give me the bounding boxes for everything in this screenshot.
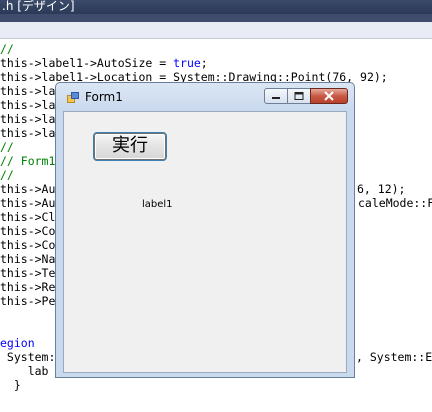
code-line: // bbox=[0, 140, 14, 154]
code-line: // bbox=[0, 168, 14, 182]
code-line: this->Te bbox=[0, 266, 56, 280]
code-line: this->Re bbox=[0, 280, 56, 294]
caption-buttons bbox=[264, 88, 348, 106]
minimize-icon bbox=[272, 97, 280, 99]
code-line: this->la bbox=[0, 126, 56, 140]
form-window[interactable]: Form1 実行 label1 bbox=[55, 82, 355, 378]
form-client-area: 実行 label1 bbox=[63, 111, 347, 373]
code-line: System: bbox=[0, 350, 56, 364]
code-line: this->la bbox=[0, 112, 56, 126]
code-line: this->Co bbox=[0, 238, 56, 252]
ide-title-text: .h [デザイン] bbox=[2, 0, 75, 13]
code-line: this->Au bbox=[0, 182, 56, 196]
ide-title-bar: .h [デザイン] bbox=[0, 0, 432, 14]
code-line: this->la bbox=[0, 98, 56, 112]
code-fragment: , System::E bbox=[356, 350, 432, 364]
code-line: // Form1 bbox=[0, 154, 56, 168]
ide-tab-strip bbox=[0, 22, 432, 39]
code-line: this->Pe bbox=[0, 294, 56, 308]
form-title-bar[interactable]: Form1 bbox=[56, 83, 354, 111]
code-line: this->Co bbox=[0, 224, 56, 238]
form-app-icon bbox=[67, 92, 79, 103]
code-line: this->Na bbox=[0, 252, 56, 266]
maximize-button[interactable] bbox=[287, 88, 311, 104]
close-icon bbox=[324, 91, 334, 101]
code-line: lab bbox=[0, 364, 49, 378]
code-line: this->label1->AutoSize = true; bbox=[0, 56, 208, 70]
code-line: } bbox=[0, 378, 21, 392]
code-line: // bbox=[0, 42, 14, 56]
run-button[interactable]: 実行 bbox=[93, 132, 167, 161]
label1: label1 bbox=[142, 199, 173, 210]
code-line: this->la bbox=[0, 84, 56, 98]
code-fragment: 6, 12); bbox=[357, 182, 406, 196]
code-line: this->Au bbox=[0, 196, 56, 210]
code-line: this->Cl bbox=[0, 210, 56, 224]
maximize-icon bbox=[294, 92, 304, 100]
ide-toolbar-strip bbox=[0, 14, 432, 22]
form-title: Form1 bbox=[85, 90, 123, 104]
code-fragment: caleMode::F bbox=[358, 196, 432, 210]
close-button[interactable] bbox=[310, 88, 348, 104]
minimize-button[interactable] bbox=[264, 88, 288, 104]
code-line: egion bbox=[0, 336, 35, 350]
